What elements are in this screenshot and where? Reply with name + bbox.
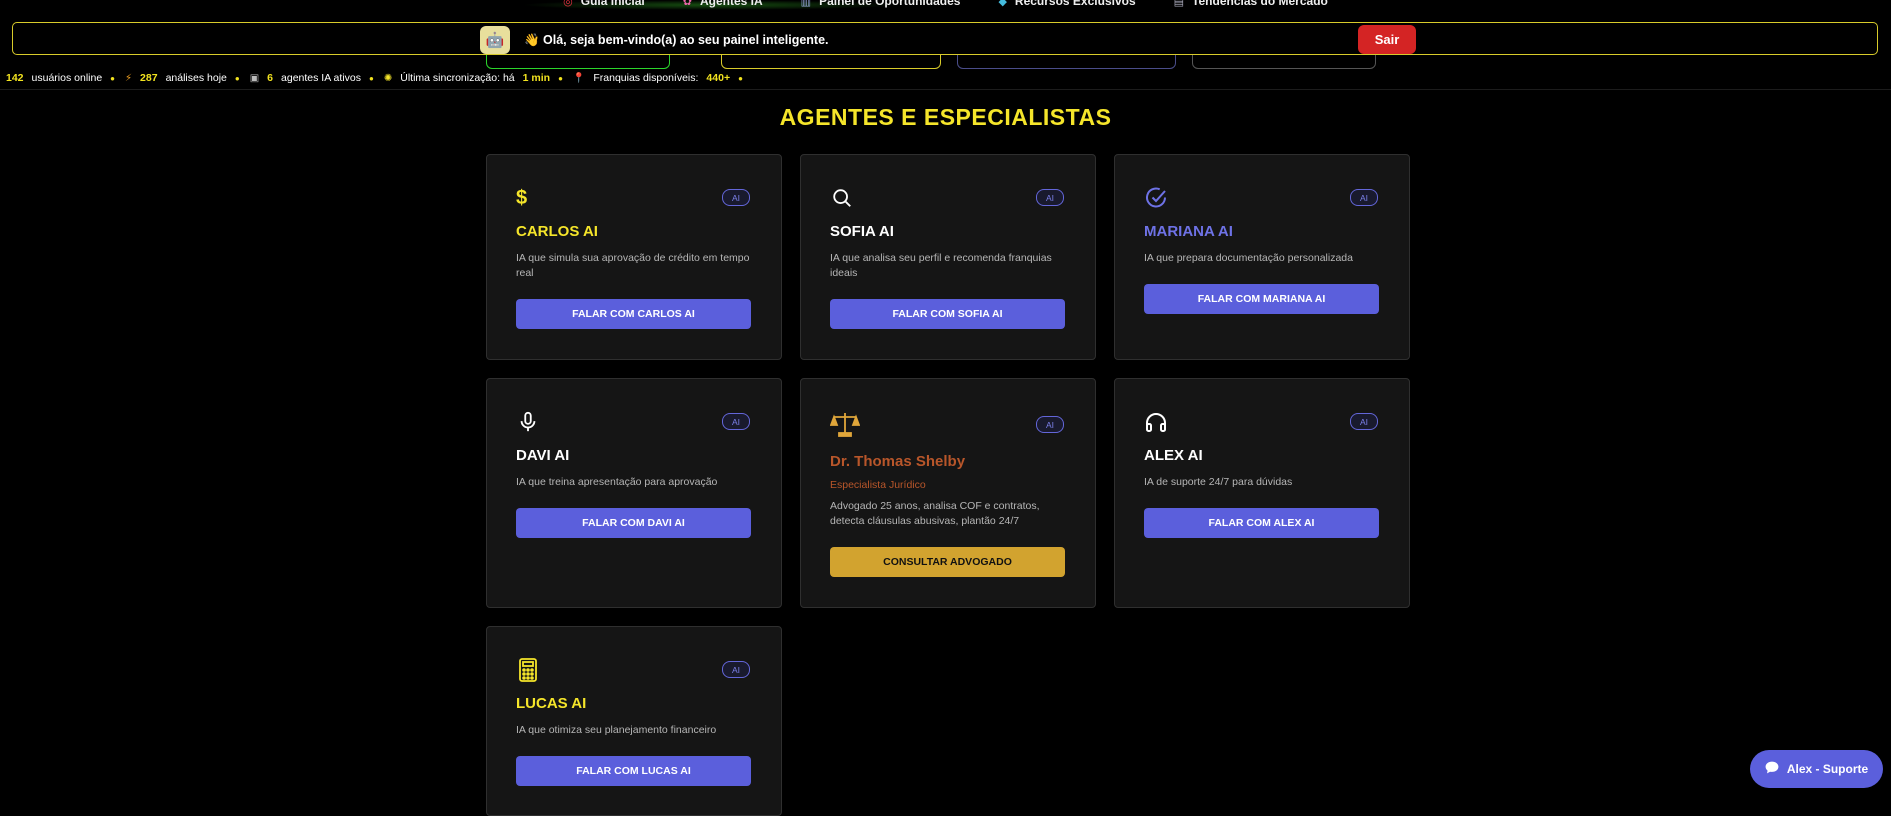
nav-item-guia-inicial[interactable]: ◎ Guia Inicial	[559, 0, 649, 10]
ai-badge: AI	[1036, 189, 1064, 206]
agent-card-davi: AI DAVI AI IA que treina apresentação pa…	[486, 378, 782, 608]
agent-description: IA que simula sua aprovação de crédito e…	[516, 252, 750, 279]
separator-dot: ●	[738, 73, 743, 83]
ai-badge: AI	[1350, 189, 1378, 206]
top-nav: ◎ Guia Inicial ✿ Agentes IA ▥ Painel de …	[0, 0, 1891, 10]
dollar-icon: $	[516, 186, 528, 209]
microphone-icon	[516, 410, 540, 434]
check-circle-icon	[1144, 186, 1168, 210]
sync-label: Última sincronização: há	[400, 72, 515, 84]
agent-description: IA que treina apresentação para aprovaçã…	[516, 476, 718, 488]
nav-item-painel-oportunidades[interactable]: ▥ Painel de Oportunidades	[797, 0, 965, 10]
agent-description: IA que analisa seu perfil e recomenda fr…	[830, 252, 1052, 279]
stats-ticker: 142 usuários online ● ⚡ 287 análises hoj…	[6, 71, 753, 85]
agent-name: ALEX AI	[1144, 447, 1203, 464]
separator-dot: ●	[110, 73, 116, 83]
robot-avatar: 🤖	[480, 26, 510, 54]
franchises-value: 440+	[706, 72, 731, 84]
divider	[0, 89, 1891, 90]
talk-davi-button[interactable]: FALAR COM DAVI AI	[516, 508, 751, 538]
agent-name: MARIANA AI	[1144, 223, 1233, 240]
agent-name: SOFIA AI	[830, 223, 894, 240]
separator-dot: ●	[369, 73, 374, 83]
support-chat-button[interactable]: Alex - Suporte	[1750, 750, 1883, 788]
chart-icon: ▥	[800, 0, 812, 8]
target-icon: ◎	[563, 0, 573, 8]
ai-badge: AI	[1350, 413, 1378, 430]
scales-icon	[830, 410, 860, 438]
welcome-message: 👋 Olá, seja bem-vindo(a) ao seu painel i…	[524, 33, 829, 47]
nav-item-label: Painel de Oportunidades	[819, 0, 961, 8]
section-title: AGENTES E ESPECIALISTAS	[779, 104, 1112, 130]
nav-item-label: Agentes IA	[699, 0, 763, 8]
lightning-icon: ⚡	[125, 72, 133, 84]
ai-badge: AI	[722, 661, 750, 678]
ai-badge: AI	[722, 189, 750, 206]
headphones-icon	[1144, 410, 1168, 434]
agent-description: Advogado 25 anos, analisa COF e contrato…	[830, 500, 1040, 527]
search-icon	[830, 186, 854, 210]
agent-name: Dr. Thomas Shelby	[830, 453, 966, 470]
talk-carlos-button[interactable]: FALAR COM CARLOS AI	[516, 299, 751, 329]
calculator-icon	[516, 658, 540, 682]
consult-lawyer-button[interactable]: CONSULTAR ADVOGADO	[830, 547, 1065, 577]
agent-card-alex: AI ALEX AI IA de suporte 24/7 para dúvid…	[1114, 378, 1410, 608]
ai-badge: AI	[1036, 416, 1064, 433]
diamond-icon: ◆	[998, 0, 1007, 8]
online-label: usuários online	[31, 72, 103, 84]
brain-icon: ✿	[682, 0, 692, 8]
nav-item-label: Tendências do Mercado	[1192, 0, 1328, 8]
agent-name: CARLOS AI	[516, 223, 598, 240]
franchises-label: Franquias disponíveis:	[593, 72, 699, 84]
talk-alex-button[interactable]: FALAR COM ALEX AI	[1144, 508, 1379, 538]
agent-description: IA que otimiza seu planejamento financei…	[516, 724, 717, 736]
agent-card-sofia: AI SOFIA AI IA que analisa seu perfil e …	[800, 154, 1096, 360]
agent-card-mariana: AI MARIANA AI IA que prepara documentaçã…	[1114, 154, 1410, 360]
chat-icon	[1765, 761, 1779, 777]
ai-badge: AI	[722, 413, 750, 430]
agent-card-carlos: $ AI CARLOS AI IA que simula sua aprovaç…	[486, 154, 782, 360]
agent-card-lucas: AI LUCAS AI IA que otimiza seu planejame…	[486, 626, 782, 816]
robot-icon: ▣	[249, 72, 260, 84]
nav-item-agentes-ia[interactable]: ✿ Agentes IA	[679, 0, 767, 10]
agent-description: IA que prepara documentação personalizad…	[1144, 252, 1353, 264]
analyses-label: análises hoje	[165, 72, 227, 84]
lightbulb-icon: ✺	[383, 72, 393, 84]
online-count: 142	[6, 72, 24, 84]
nav-item-recursos-exclusivos[interactable]: ◆ Recursos Exclusivos	[994, 0, 1139, 10]
trend-icon: ▤	[1173, 0, 1185, 8]
talk-sofia-button[interactable]: FALAR COM SOFIA AI	[830, 299, 1065, 329]
agent-subtitle: Especialista Jurídico	[830, 479, 926, 491]
agent-card-thomas-shelby: AI Dr. Thomas Shelby Especialista Jurídi…	[800, 378, 1096, 608]
talk-lucas-button[interactable]: FALAR COM LUCAS AI	[516, 756, 751, 786]
pin-icon: 📍	[572, 72, 586, 84]
nav-item-tendencias-mercado[interactable]: ▤ Tendências do Mercado	[1170, 0, 1332, 10]
agent-name: DAVI AI	[516, 447, 570, 464]
talk-mariana-button[interactable]: FALAR COM MARIANA AI	[1144, 284, 1379, 314]
welcome-banner	[12, 22, 1878, 55]
agents-label: agentes IA ativos	[281, 72, 361, 84]
separator-dot: ●	[234, 73, 240, 83]
logout-button[interactable]: Sair	[1358, 25, 1416, 54]
support-label: Alex - Suporte	[1786, 762, 1869, 776]
sync-value: 1 min	[522, 72, 551, 84]
nav-item-label: Recursos Exclusivos	[1014, 0, 1136, 8]
agents-count: 6	[267, 72, 274, 84]
separator-dot: ●	[558, 73, 563, 83]
agent-name: LUCAS AI	[516, 695, 587, 712]
analyses-count: 287	[140, 72, 158, 84]
agent-description: IA de suporte 24/7 para dúvidas	[1144, 476, 1293, 488]
nav-item-label: Guia Inicial	[580, 0, 645, 8]
